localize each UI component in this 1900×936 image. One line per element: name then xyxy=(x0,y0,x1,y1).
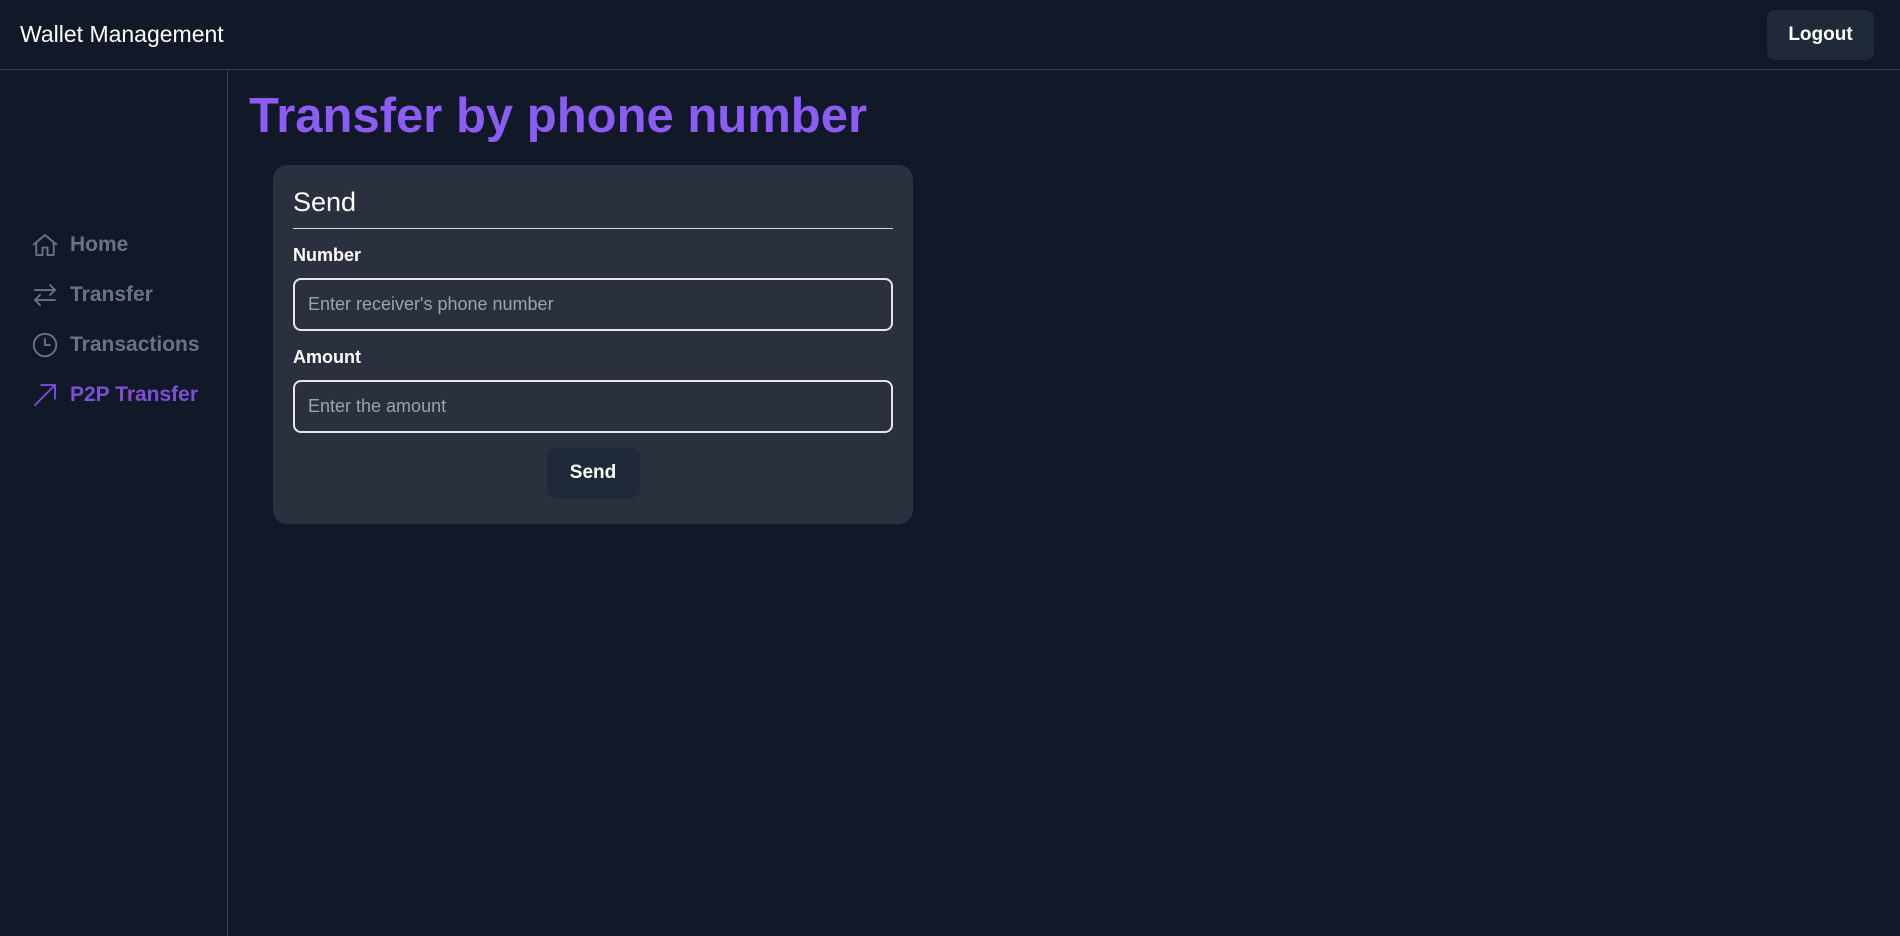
logout-button[interactable]: Logout xyxy=(1767,9,1874,60)
sidebar-item-label: Transactions xyxy=(70,333,200,356)
send-button[interactable]: Send xyxy=(546,448,640,498)
phone-number-input[interactable] xyxy=(293,278,893,331)
clock-icon xyxy=(30,330,60,360)
page-title: Transfer by phone number xyxy=(249,89,868,143)
app-title: Wallet Management xyxy=(20,21,224,47)
sidebar-item-p2p-transfer[interactable]: P2P Transfer xyxy=(30,370,200,420)
number-label: Number xyxy=(293,245,362,265)
sidebar-item-transfer[interactable]: Transfer xyxy=(30,270,200,320)
sidebar-item-transactions[interactable]: Transactions xyxy=(30,320,200,370)
amount-label: Amount xyxy=(293,347,361,367)
send-card: Send Number Amount Send xyxy=(273,165,913,524)
arrow-up-right-icon xyxy=(30,380,60,410)
card-title: Send xyxy=(293,185,893,229)
sidebar-item-label: Home xyxy=(70,233,129,256)
home-icon xyxy=(30,230,60,260)
top-bar: Wallet Management Logout xyxy=(0,0,1900,70)
send-row: Send xyxy=(293,448,893,498)
sidebar-item-label: P2P Transfer xyxy=(70,383,199,406)
amount-input[interactable] xyxy=(293,380,893,433)
sidebar-nav: Home Transfer Transactions P2P Transfer xyxy=(30,220,200,420)
sidebar-item-home[interactable]: Home xyxy=(30,220,200,270)
sidebar: Home Transfer Transactions P2P Transfer xyxy=(0,70,228,936)
arrows-exchange-icon xyxy=(30,280,60,310)
sidebar-item-label: Transfer xyxy=(70,283,153,306)
